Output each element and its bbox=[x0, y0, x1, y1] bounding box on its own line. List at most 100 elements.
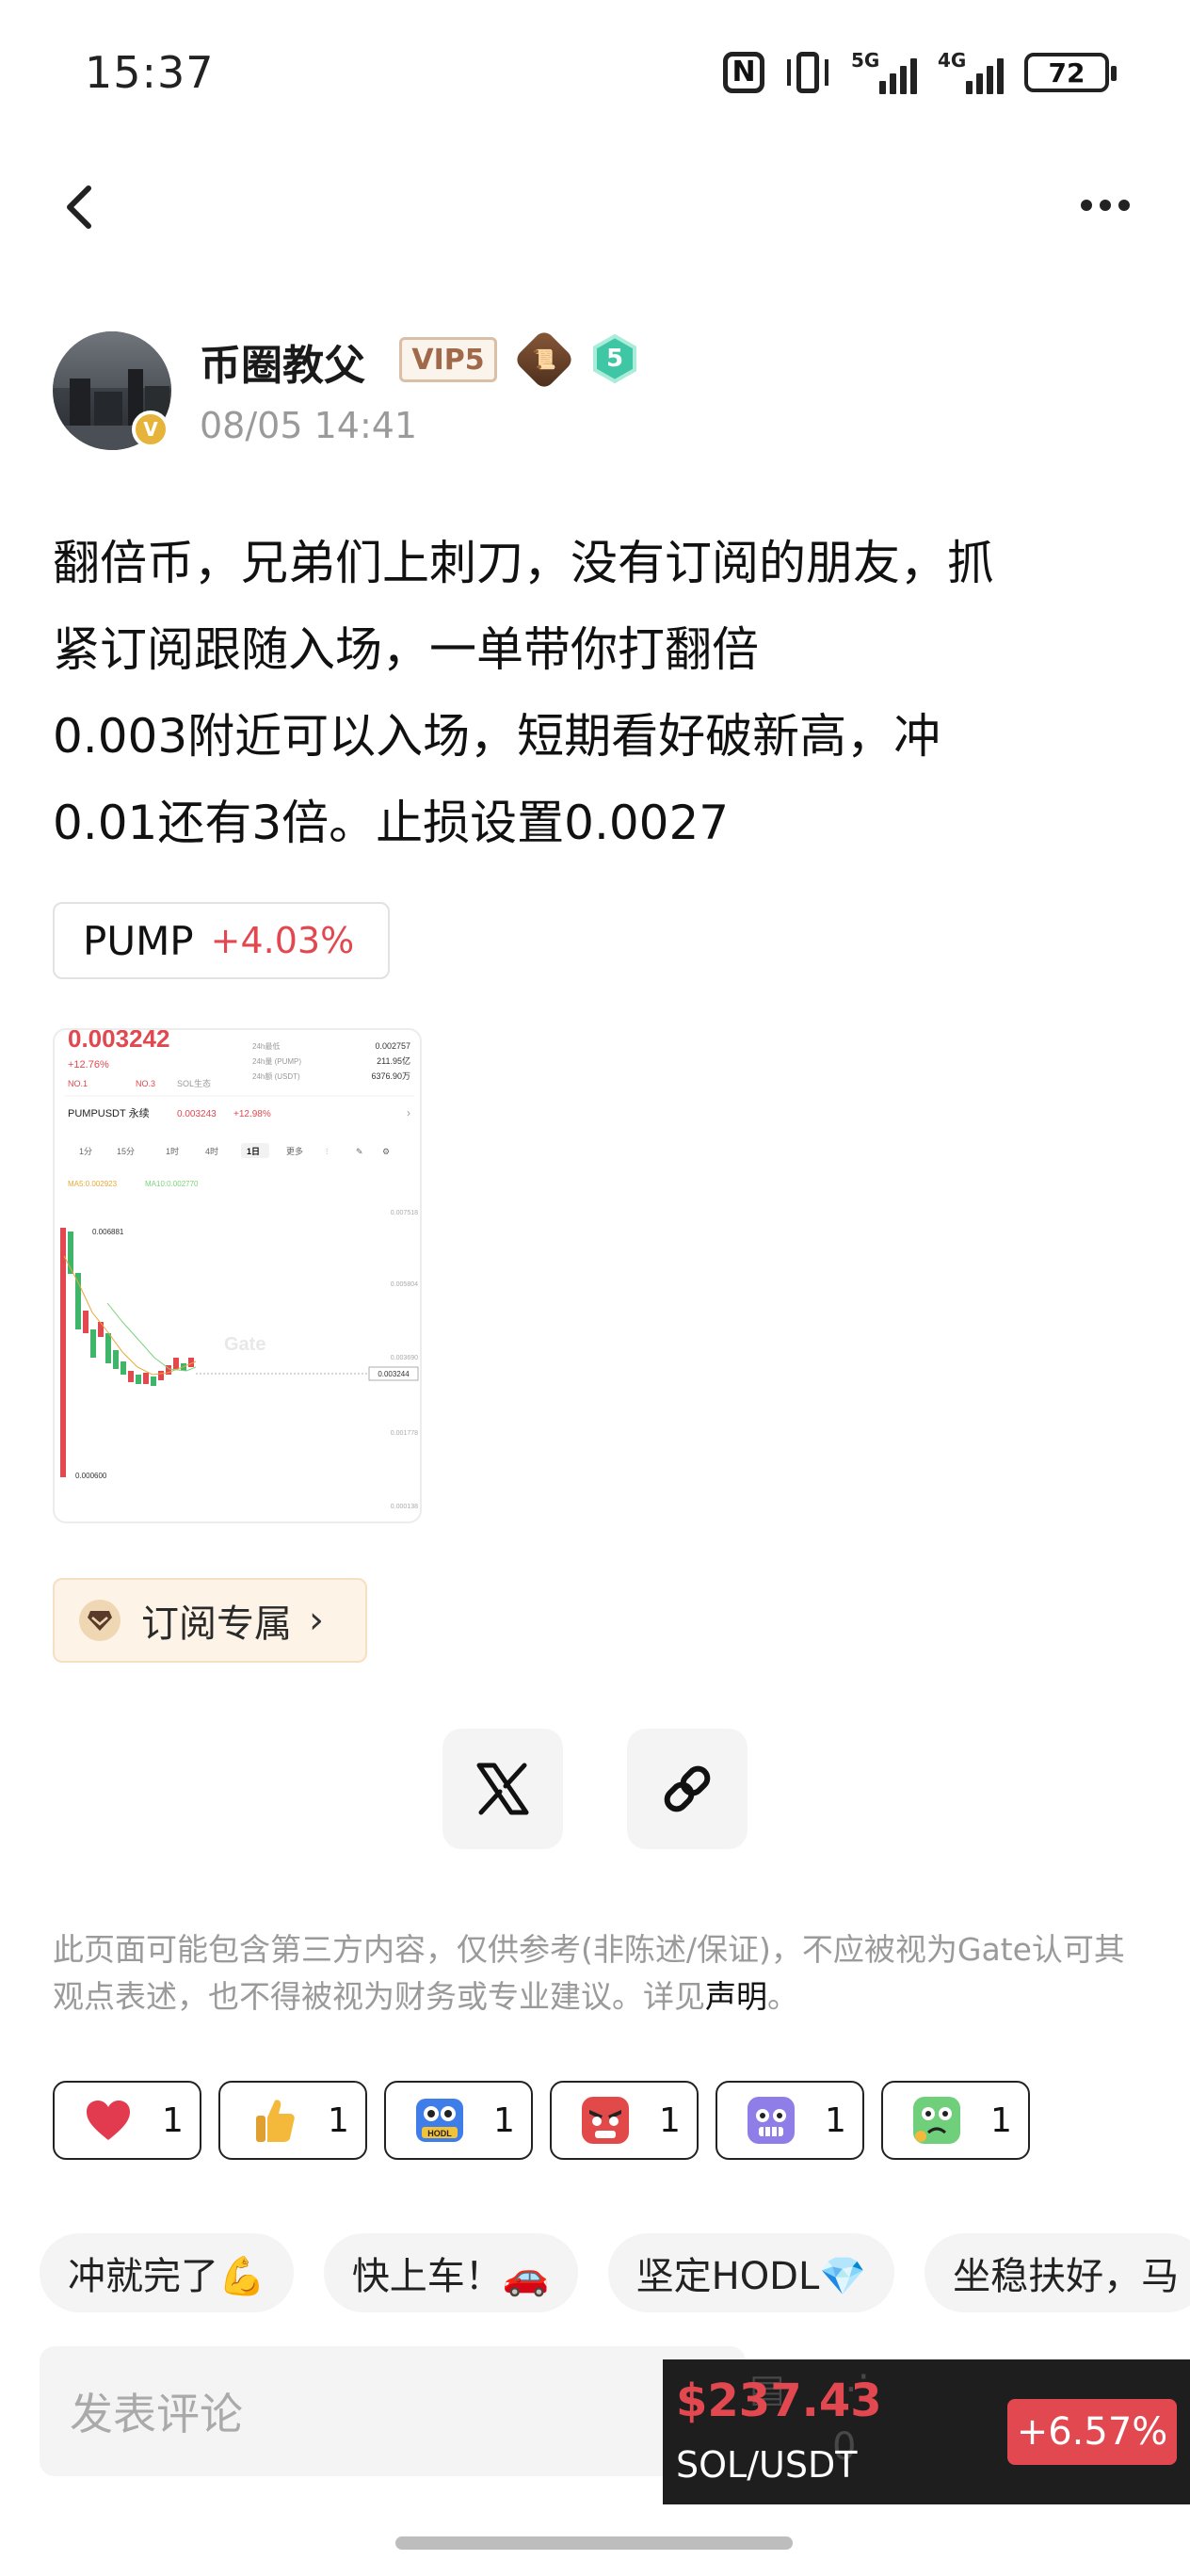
disclaimer-text: 此页面可能包含第三方内容，仅供参考(非陈述/保证)，不应被视为Gate认可其观点… bbox=[53, 1931, 1125, 2015]
reactions-bar: 1 1 HODL 1 1 1 1 bbox=[53, 2081, 1030, 2160]
reaction-count: 1 bbox=[659, 2101, 681, 2140]
author-name[interactable]: 币圈教父 bbox=[200, 331, 365, 392]
price-widget[interactable]: ▤ ⋰ 0 $237.43 SOL/USDT +6.57% bbox=[663, 2359, 1190, 2504]
vip-badge: VIP5 bbox=[399, 337, 497, 382]
thumb-low-label: 0.000600 bbox=[75, 1472, 107, 1480]
svg-text:0.001778: 0.001778 bbox=[391, 1430, 418, 1437]
sick-face-icon bbox=[911, 2095, 962, 2146]
post-line: 0.003附近可以入场，短期看好破新高，冲 bbox=[53, 709, 941, 764]
quick-reply[interactable]: 快上车！🚗 bbox=[323, 2233, 578, 2312]
ticker-change: +4.03% bbox=[210, 920, 355, 961]
post-line: 翻倍币，兄弟们上刺刀，没有订阅的朋友，抓 bbox=[53, 536, 994, 590]
thumb-current-price-tag: 0.003244 bbox=[378, 1370, 410, 1378]
reaction-count: 1 bbox=[990, 2101, 1012, 2140]
svg-text:⫶: ⫶ bbox=[326, 1147, 328, 1156]
thumb-high-label: 0.006881 bbox=[92, 1228, 124, 1236]
quick-reply[interactable]: 坐稳扶好，马 bbox=[925, 2233, 1190, 2312]
dot-icon bbox=[1081, 200, 1092, 211]
back-button[interactable] bbox=[56, 179, 104, 235]
svg-text:HODL: HODL bbox=[427, 2129, 452, 2138]
thumb-price: 0.003242 bbox=[68, 1030, 169, 1053]
thumb-chevron: › bbox=[407, 1106, 410, 1119]
price-value: $237.43 bbox=[676, 2375, 882, 2427]
svg-text:⚙: ⚙ bbox=[382, 1147, 390, 1156]
quick-reply[interactable]: 坚定HODL💎 bbox=[607, 2233, 895, 2312]
thumb-interval: 更多 bbox=[286, 1146, 303, 1156]
reaction-sick[interactable]: 1 bbox=[881, 2081, 1030, 2160]
svg-text:0.007518: 0.007518 bbox=[391, 1210, 418, 1216]
subscribe-label: 订阅专属 bbox=[141, 1602, 292, 1646]
thumb-candles bbox=[60, 1228, 194, 1477]
thumb-change: +12.76% bbox=[68, 1059, 109, 1071]
level-badge: 5 bbox=[589, 333, 640, 384]
reaction-count: 1 bbox=[162, 2101, 184, 2140]
post-line: 0.01还有3倍。止损设置0.0027 bbox=[53, 796, 730, 850]
x-logo-icon bbox=[476, 1763, 529, 1815]
quick-reply[interactable]: 冲就完了💪 bbox=[40, 2233, 294, 2312]
reaction-purple[interactable]: 1 bbox=[716, 2081, 864, 2160]
share-x-button[interactable] bbox=[442, 1729, 563, 1849]
thumb-interval: 1时 bbox=[166, 1146, 179, 1156]
thumb-interval: 4时 bbox=[205, 1146, 218, 1156]
reaction-thumbs-up[interactable]: 1 bbox=[218, 2081, 367, 2160]
post-time: 08/05 14:41 bbox=[200, 405, 418, 446]
angry-face-icon bbox=[580, 2095, 631, 2146]
status-icons: N 5G 4G 72 bbox=[723, 49, 1117, 94]
thumb-tag-1: NO.1 bbox=[68, 1079, 88, 1088]
chart-image: 0.003242 +12.76% NO.1 NO.3 SOL生态 24h最低 0… bbox=[60, 1030, 419, 1510]
vibrate-icon bbox=[785, 52, 830, 93]
reaction-hodl[interactable]: HODL 1 bbox=[384, 2081, 533, 2160]
thumb-stat-2-value: 211.95亿 bbox=[377, 1055, 410, 1066]
thumb-ma5: MA5:0.002923 bbox=[68, 1180, 118, 1188]
chevron-right-icon: › bbox=[309, 1599, 324, 1642]
network-label-4g: 4G bbox=[938, 49, 967, 72]
thumb-pair-change: +12.98% bbox=[233, 1109, 271, 1119]
ticker-chip[interactable]: PUMP +4.03% bbox=[53, 902, 390, 979]
diamond-icon bbox=[79, 1600, 121, 1641]
more-options-button[interactable] bbox=[1081, 196, 1137, 215]
status-time: 15:37 bbox=[85, 47, 215, 98]
thumb-watermark: Gate bbox=[224, 1334, 265, 1355]
subscribe-exclusive-button[interactable]: 订阅专属 › bbox=[53, 1578, 367, 1663]
thumb-tag-3: SOL生态 bbox=[177, 1078, 211, 1088]
comment-input[interactable]: 发表评论 bbox=[40, 2346, 746, 2476]
verified-badge: V bbox=[132, 411, 169, 448]
signal-4g-icon: 4G bbox=[938, 49, 1004, 94]
chart-screenshot[interactable]: 0.003242 +12.76% NO.1 NO.3 SOL生态 24h最低 0… bbox=[53, 1028, 422, 1523]
thumb-intervals: 1分 15分 1时 4时 1日 更多 ⫶ ✎ ⚙ bbox=[79, 1143, 390, 1158]
svg-text:✎: ✎ bbox=[356, 1147, 363, 1156]
thumb-stat-2-label: 24h量 (PUMP) bbox=[252, 1057, 301, 1066]
thumb-stat-3-value: 6376.90万 bbox=[371, 1071, 410, 1081]
dot-icon bbox=[1100, 200, 1111, 211]
purple-face-icon bbox=[746, 2095, 796, 2146]
thumb-pair: PUMPUSDT 永续 bbox=[68, 1106, 150, 1119]
thumb-stat-1-label: 24h最低 bbox=[252, 1041, 280, 1051]
home-indicator[interactable] bbox=[395, 2536, 793, 2550]
price-pair: SOL/USDT bbox=[676, 2444, 858, 2486]
thumb-axis: 0.007518 0.005804 0.003690 0.001778 0.00… bbox=[391, 1210, 418, 1510]
thumbs-up-icon bbox=[249, 2095, 299, 2146]
reaction-angry[interactable]: 1 bbox=[550, 2081, 699, 2160]
thumb-tag-2: NO.3 bbox=[136, 1079, 155, 1088]
hodl-robot-icon: HODL bbox=[414, 2095, 465, 2146]
thumb-stat-3-label: 24h额 (USDT) bbox=[252, 1071, 300, 1081]
disclaimer: 此页面可能包含第三方内容，仅供参考(非陈述/保证)，不应被视为Gate认可其观点… bbox=[53, 1926, 1145, 2021]
thumb-interval-active: 1日 bbox=[247, 1147, 260, 1156]
statement-link[interactable]: 声明 bbox=[705, 1978, 767, 2015]
heart-icon bbox=[83, 2095, 134, 2146]
ticker-symbol: PUMP bbox=[83, 917, 194, 964]
svg-text:0.005804: 0.005804 bbox=[391, 1281, 418, 1288]
thumb-interval: 15分 bbox=[117, 1147, 135, 1156]
battery-icon: 72 bbox=[1024, 53, 1117, 92]
thumb-interval: 1分 bbox=[79, 1147, 92, 1156]
reaction-count: 1 bbox=[493, 2101, 515, 2140]
thumb-ma10: MA10:0.002770 bbox=[145, 1180, 199, 1188]
battery-level: 72 bbox=[1048, 56, 1085, 89]
chevron-left-icon bbox=[67, 185, 91, 229]
thumb-pair-price: 0.003243 bbox=[177, 1109, 217, 1119]
thumb-stat-1-value: 0.002757 bbox=[375, 1041, 410, 1051]
copy-link-button[interactable] bbox=[627, 1729, 748, 1849]
link-icon bbox=[664, 1765, 711, 1812]
level-number: 5 bbox=[605, 345, 624, 373]
reaction-heart[interactable]: 1 bbox=[53, 2081, 201, 2160]
